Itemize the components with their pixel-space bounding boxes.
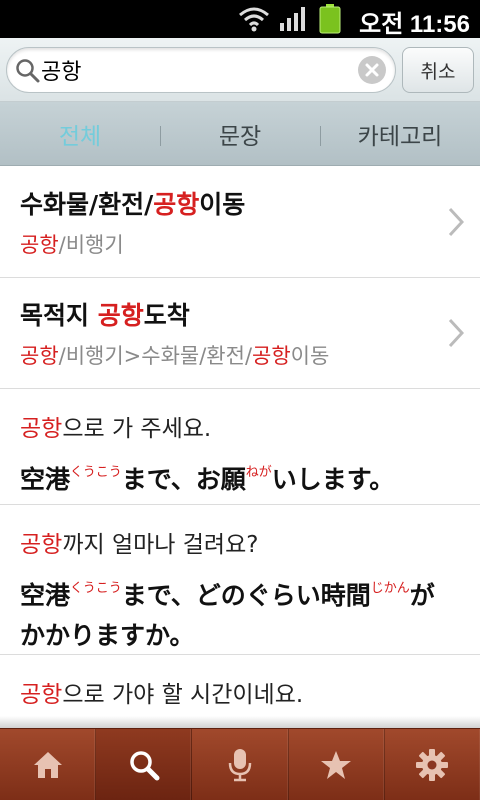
japanese-translation: 空港くうこうまで、どのぐらい時間じかんがかかりますか。 [20, 581, 435, 650]
nav-voice-button[interactable] [192, 729, 289, 800]
category-result-1[interactable]: 수화물/환전/공항이동 공항/비행기 [0, 167, 480, 278]
search-icon [130, 750, 160, 780]
category-result-2[interactable]: 목적지 공항도착 공항/비행기>수화물/환전/공항이동 [0, 278, 480, 389]
chevron-right-icon [448, 207, 464, 237]
search-input[interactable] [41, 54, 351, 86]
signal-icon [280, 7, 305, 31]
status-bar: 오전 11:56 [0, 0, 480, 38]
filter-tabs: 전체 문장 카테고리 [0, 102, 480, 166]
chevron-right-icon [448, 318, 464, 348]
category-path: 공항/비행기>수화물/환전/공항이동 [20, 344, 330, 368]
result-list[interactable]: 수화물/환전/공항이동 공항/비행기 목적지 공항도착 공항/비행기>수화물/환… [0, 167, 480, 728]
bottom-nav [0, 728, 480, 800]
nav-search-button[interactable] [96, 729, 193, 800]
list-shadow [0, 716, 480, 728]
japanese-translation: 空港くうこうまで、お願ねがいします。 [20, 465, 395, 494]
korean-sentence: 공항까지 얼마나 걸려요? [20, 532, 259, 558]
star-icon [321, 750, 352, 779]
home-icon [33, 751, 62, 778]
status-time: 오전 11:56 [359, 11, 470, 38]
nav-home-button[interactable] [0, 729, 97, 800]
clear-search-button[interactable] [358, 56, 386, 84]
tab-sentences[interactable]: 문장 [160, 102, 320, 165]
korean-sentence: 공항으로 가야 할 시간이네요. [20, 682, 304, 708]
nav-settings-button[interactable] [385, 729, 480, 800]
sentence-result-3[interactable]: 공항으로 가야 할 시간이네요. [0, 655, 480, 725]
korean-sentence: 공항으로 가 주세요. [20, 416, 212, 442]
close-icon [365, 63, 379, 77]
gear-icon [416, 748, 449, 781]
nav-favorites-button[interactable] [289, 729, 385, 800]
sentence-result-2[interactable]: 공항까지 얼마나 걸려요? 空港くうこうまで、どのぐらい時間じかんがかかりますか… [0, 505, 480, 655]
microphone-icon [228, 748, 252, 781]
category-title: 목적지 공항도착 [20, 301, 190, 330]
search-box[interactable] [6, 47, 396, 93]
tab-categories[interactable]: 카테고리 [320, 102, 480, 165]
wifi-icon [239, 7, 269, 32]
sentence-result-1[interactable]: 공항으로 가 주세요. 空港くうこうまで、お願ねがいします。 [0, 389, 480, 505]
search-icon [16, 59, 40, 83]
category-path: 공항/비행기 [20, 233, 124, 257]
battery-icon [319, 4, 341, 34]
category-title: 수화물/환전/공항이동 [20, 190, 246, 219]
cancel-button[interactable]: 취소 [402, 47, 474, 93]
search-bar: 취소 [0, 38, 480, 102]
tab-all[interactable]: 전체 [0, 102, 160, 165]
